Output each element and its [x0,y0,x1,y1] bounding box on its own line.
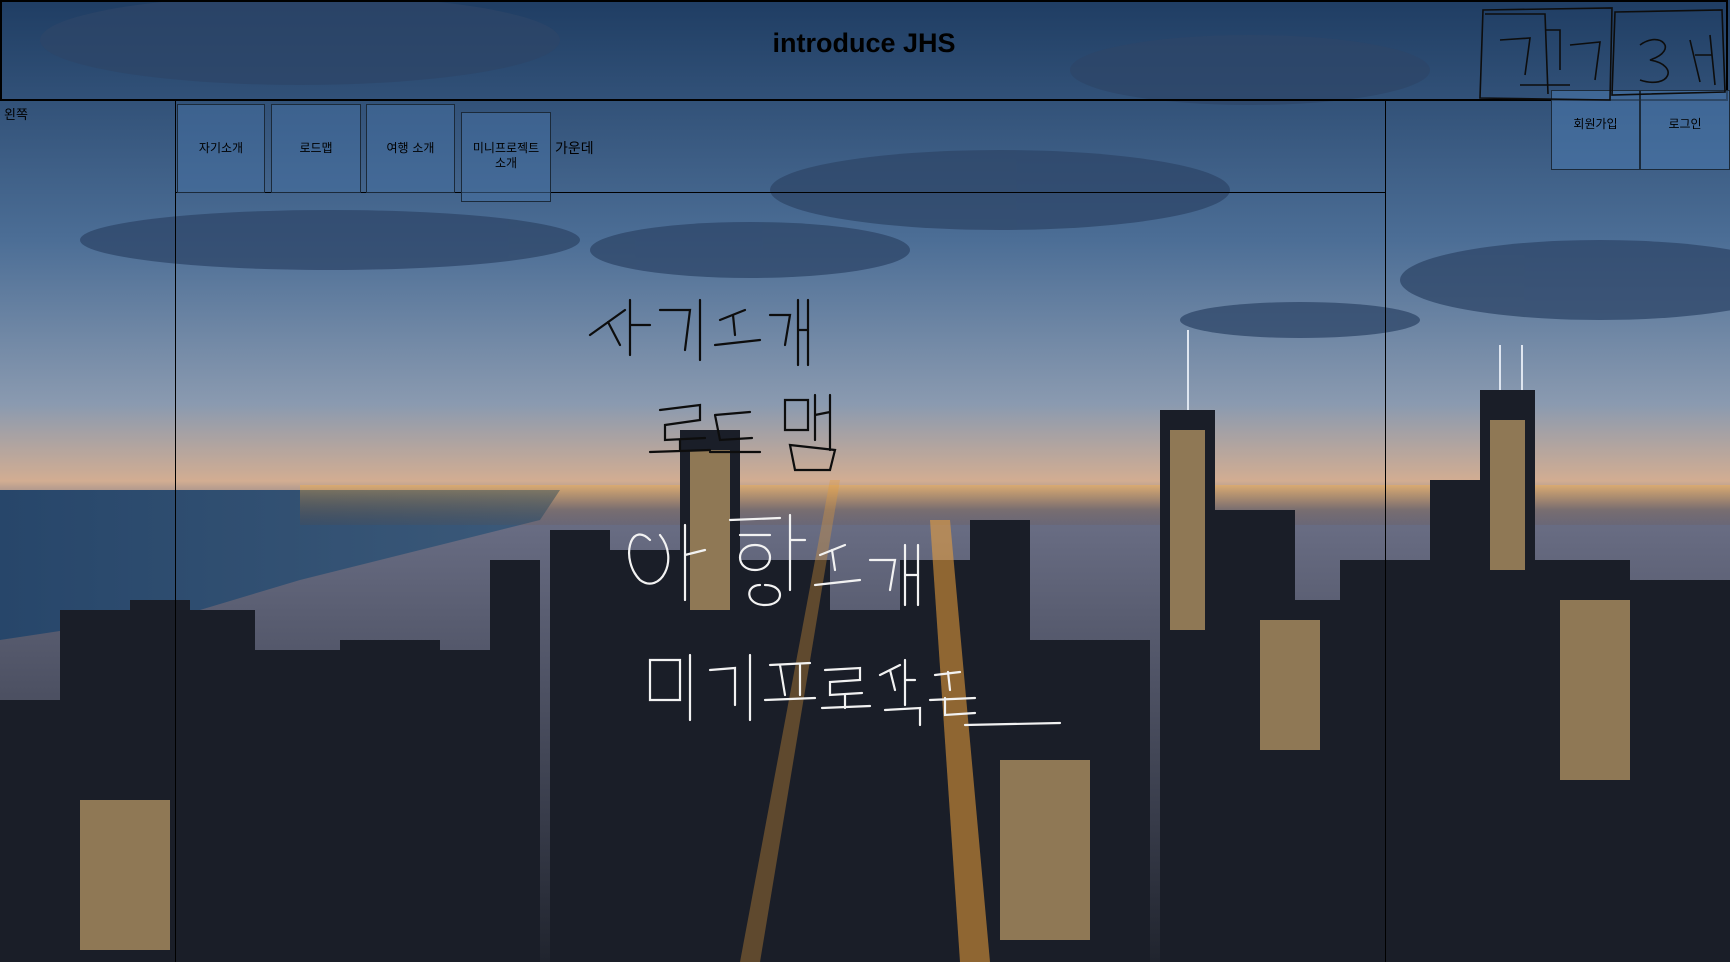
nav-travel-button[interactable]: 여행 소개 [366,104,455,193]
left-pane-label: 왼쪽 [4,108,28,123]
page-title: introduce JHS [772,28,956,58]
signup-label: 회원가입 [1573,117,1618,131]
nav-mini-project-label: 미니프로젝트 소개 [472,141,540,170]
center-pane: 가운데 [175,101,1386,962]
header: introduce JHS [0,0,1728,101]
nav-roadmap-button[interactable]: 로드맵 [271,104,361,193]
nav-intro-button[interactable]: 자기소개 [177,104,265,193]
nav-mini-project-button[interactable]: 미니프로젝트 소개 [461,112,551,202]
nav-travel-label: 여행 소개 [386,141,435,155]
left-pane: 왼쪽 [2,101,176,962]
login-button[interactable]: 로그인 [1640,90,1730,170]
nav-roadmap-label: 로드맵 [299,141,333,155]
login-label: 로그인 [1668,117,1702,131]
signup-button[interactable]: 회원가입 [1551,90,1640,170]
center-pane-label: 가운데 [555,141,594,157]
nav-intro-label: 자기소개 [198,141,244,155]
